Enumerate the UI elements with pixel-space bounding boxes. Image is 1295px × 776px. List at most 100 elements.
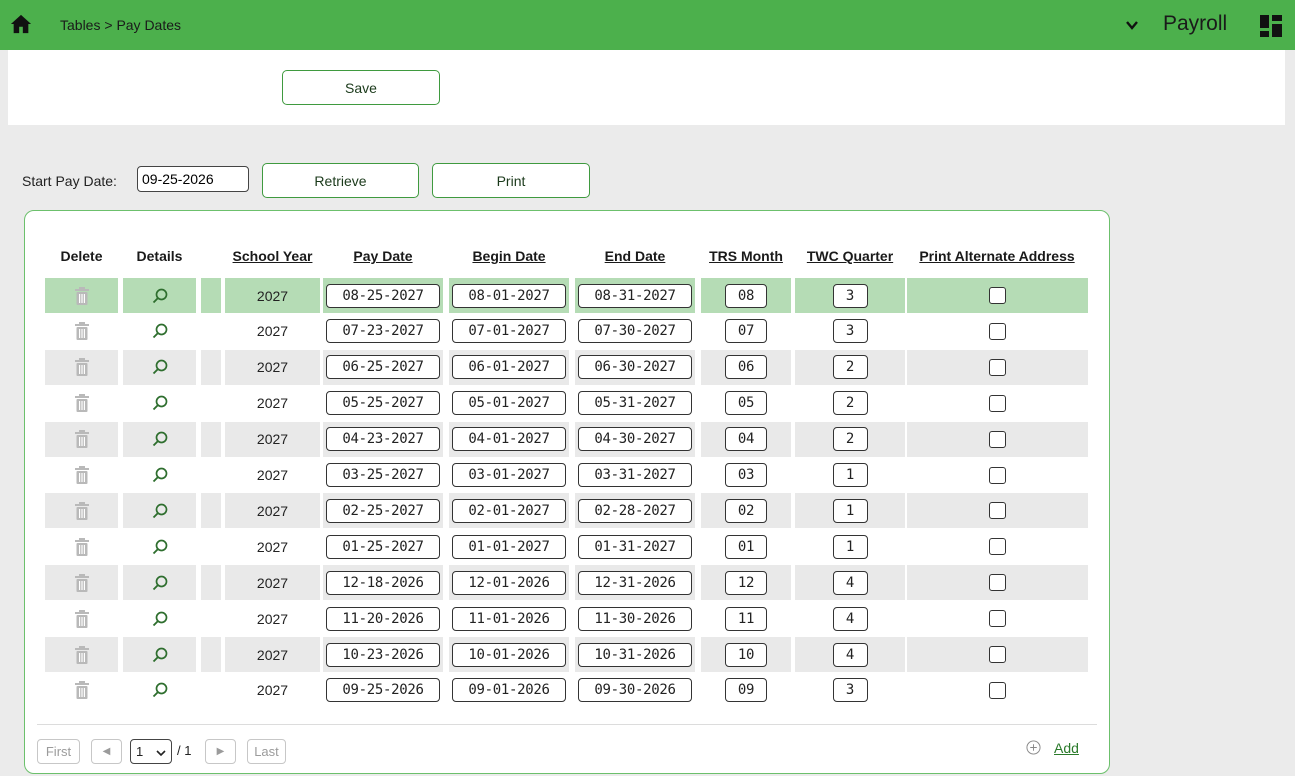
print-alternate-address-checkbox[interactable]	[989, 681, 1006, 699]
trash-icon[interactable]	[74, 286, 89, 305]
trs-month-input[interactable]: 12	[725, 570, 767, 595]
chevron-down-icon[interactable]	[1124, 17, 1140, 33]
table-row[interactable]: 2027 06-25-2027 06-01-2027 06-30-2027 06 2	[45, 349, 1088, 385]
trs-month-input[interactable]: 10	[725, 642, 767, 667]
twc-quarter-input[interactable]: 2	[832, 427, 868, 452]
print-alternate-address-checkbox[interactable]	[989, 322, 1006, 340]
pay-date-input[interactable]: 09-25-2026	[326, 678, 440, 703]
begin-date-input[interactable]: 08-01-2027	[452, 283, 566, 308]
trash-icon[interactable]	[74, 466, 89, 484]
breadcrumb-tables[interactable]: Tables	[60, 17, 100, 33]
header-end-date[interactable]: End Date	[575, 248, 695, 264]
magnifier-icon[interactable]	[152, 323, 168, 339]
print-alternate-address-checkbox[interactable]	[989, 287, 1006, 304]
header-school-year[interactable]: School Year	[225, 248, 320, 264]
end-date-input[interactable]: 08-31-2027	[578, 283, 692, 308]
plus-circle-icon[interactable]	[1026, 740, 1041, 755]
table-row[interactable]: 2027 01-25-2027 01-01-2027 01-31-2027 01 1	[45, 529, 1088, 564]
twc-quarter-input[interactable]: 3	[832, 283, 868, 308]
trs-month-input[interactable]: 05	[725, 391, 767, 416]
start-pay-date-input[interactable]	[137, 166, 249, 192]
begin-date-input[interactable]: 07-01-2027	[452, 319, 566, 344]
twc-quarter-input[interactable]: 4	[832, 606, 868, 631]
magnifier-icon[interactable]	[152, 359, 168, 375]
end-date-input[interactable]: 06-30-2027	[578, 355, 692, 380]
begin-date-input[interactable]: 10-01-2026	[452, 642, 566, 667]
print-alternate-address-checkbox[interactable]	[989, 574, 1006, 592]
trs-month-input[interactable]: 02	[725, 498, 767, 523]
pay-date-input[interactable]: 01-25-2027	[326, 534, 440, 559]
twc-quarter-input[interactable]: 4	[832, 642, 868, 667]
magnifier-icon[interactable]	[152, 431, 168, 447]
twc-quarter-input[interactable]: 3	[832, 319, 868, 344]
prev-page-button[interactable]: ◀	[91, 739, 122, 764]
begin-date-input[interactable]: 03-01-2027	[452, 463, 566, 487]
print-button[interactable]: Print	[432, 163, 590, 198]
header-begin-date[interactable]: Begin Date	[449, 248, 569, 264]
magnifier-icon[interactable]	[152, 395, 168, 411]
home-icon[interactable]	[10, 13, 32, 35]
table-row[interactable]: 2027 12-18-2026 12-01-2026 12-31-2026 12 4	[45, 565, 1088, 601]
trs-month-input[interactable]: 03	[725, 463, 767, 487]
begin-date-input[interactable]: 02-01-2027	[452, 498, 566, 523]
retrieve-button[interactable]: Retrieve	[262, 163, 419, 198]
trash-icon[interactable]	[74, 609, 89, 628]
trs-month-input[interactable]: 06	[725, 355, 767, 380]
table-row[interactable]: 2027 10-23-2026 10-01-2026 10-31-2026 10 4	[45, 637, 1088, 672]
print-alternate-address-checkbox[interactable]	[989, 466, 1006, 484]
pay-date-input[interactable]: 02-25-2027	[326, 498, 440, 523]
trs-month-input[interactable]: 04	[725, 427, 767, 452]
trash-icon[interactable]	[74, 573, 89, 592]
begin-date-input[interactable]: 12-01-2026	[452, 570, 566, 595]
save-button[interactable]: Save	[282, 70, 440, 105]
magnifier-icon[interactable]	[152, 611, 168, 627]
trash-icon[interactable]	[74, 358, 89, 377]
pay-date-input[interactable]: 10-23-2026	[326, 642, 440, 667]
twc-quarter-input[interactable]: 1	[832, 534, 868, 559]
print-alternate-address-checkbox[interactable]	[989, 538, 1006, 556]
end-date-input[interactable]: 02-28-2027	[578, 498, 692, 523]
trs-month-input[interactable]: 01	[725, 534, 767, 559]
header-pay-date[interactable]: Pay Date	[323, 248, 443, 264]
last-page-button[interactable]: Last	[247, 739, 286, 764]
header-twc-quarter[interactable]: TWC Quarter	[795, 248, 905, 264]
app-menu-icon[interactable]	[1260, 15, 1282, 37]
add-link[interactable]: Add	[1054, 740, 1079, 756]
next-page-button[interactable]: ▶	[205, 739, 236, 764]
end-date-input[interactable]: 12-31-2026	[578, 570, 692, 595]
print-alternate-address-checkbox[interactable]	[989, 610, 1006, 628]
magnifier-icon[interactable]	[152, 467, 168, 483]
print-alternate-address-checkbox[interactable]	[989, 394, 1006, 412]
twc-quarter-input[interactable]: 1	[832, 463, 868, 487]
begin-date-input[interactable]: 01-01-2027	[452, 534, 566, 559]
trash-icon[interactable]	[74, 501, 89, 520]
trs-month-input[interactable]: 08	[725, 283, 767, 308]
trash-icon[interactable]	[74, 645, 89, 664]
table-row[interactable]: 2027 04-23-2027 04-01-2027 04-30-2027 04 2	[45, 421, 1088, 457]
pay-date-input[interactable]: 08-25-2027	[326, 283, 440, 308]
page-select[interactable]: 1	[130, 739, 172, 764]
print-alternate-address-checkbox[interactable]	[989, 430, 1006, 448]
table-row[interactable]: 2027 08-25-2027 08-01-2027 08-31-2027 08 3	[45, 278, 1088, 313]
trs-month-input[interactable]: 07	[725, 319, 767, 344]
pay-date-input[interactable]: 11-20-2026	[326, 606, 440, 631]
end-date-input[interactable]: 05-31-2027	[578, 391, 692, 416]
end-date-input[interactable]: 07-30-2027	[578, 319, 692, 344]
magnifier-icon[interactable]	[152, 503, 168, 519]
table-row[interactable]: 2027 03-25-2027 03-01-2027 03-31-2027 03 1	[45, 458, 1088, 493]
print-alternate-address-checkbox[interactable]	[989, 358, 1006, 376]
trash-icon[interactable]	[74, 394, 89, 413]
table-row[interactable]: 2027 05-25-2027 05-01-2027 05-31-2027 05 2	[45, 386, 1088, 421]
trash-icon[interactable]	[74, 681, 89, 700]
magnifier-icon[interactable]	[152, 647, 168, 663]
table-row[interactable]: 2027 02-25-2027 02-01-2027 02-28-2027 02 1	[45, 493, 1088, 529]
trs-month-input[interactable]: 09	[725, 678, 767, 703]
begin-date-input[interactable]: 11-01-2026	[452, 606, 566, 631]
end-date-input[interactable]: 10-31-2026	[578, 642, 692, 667]
magnifier-icon[interactable]	[152, 288, 168, 304]
begin-date-input[interactable]: 04-01-2027	[452, 427, 566, 452]
print-alternate-address-checkbox[interactable]	[989, 646, 1006, 663]
pay-date-input[interactable]: 05-25-2027	[326, 391, 440, 416]
magnifier-icon[interactable]	[152, 539, 168, 555]
magnifier-icon[interactable]	[152, 575, 168, 591]
